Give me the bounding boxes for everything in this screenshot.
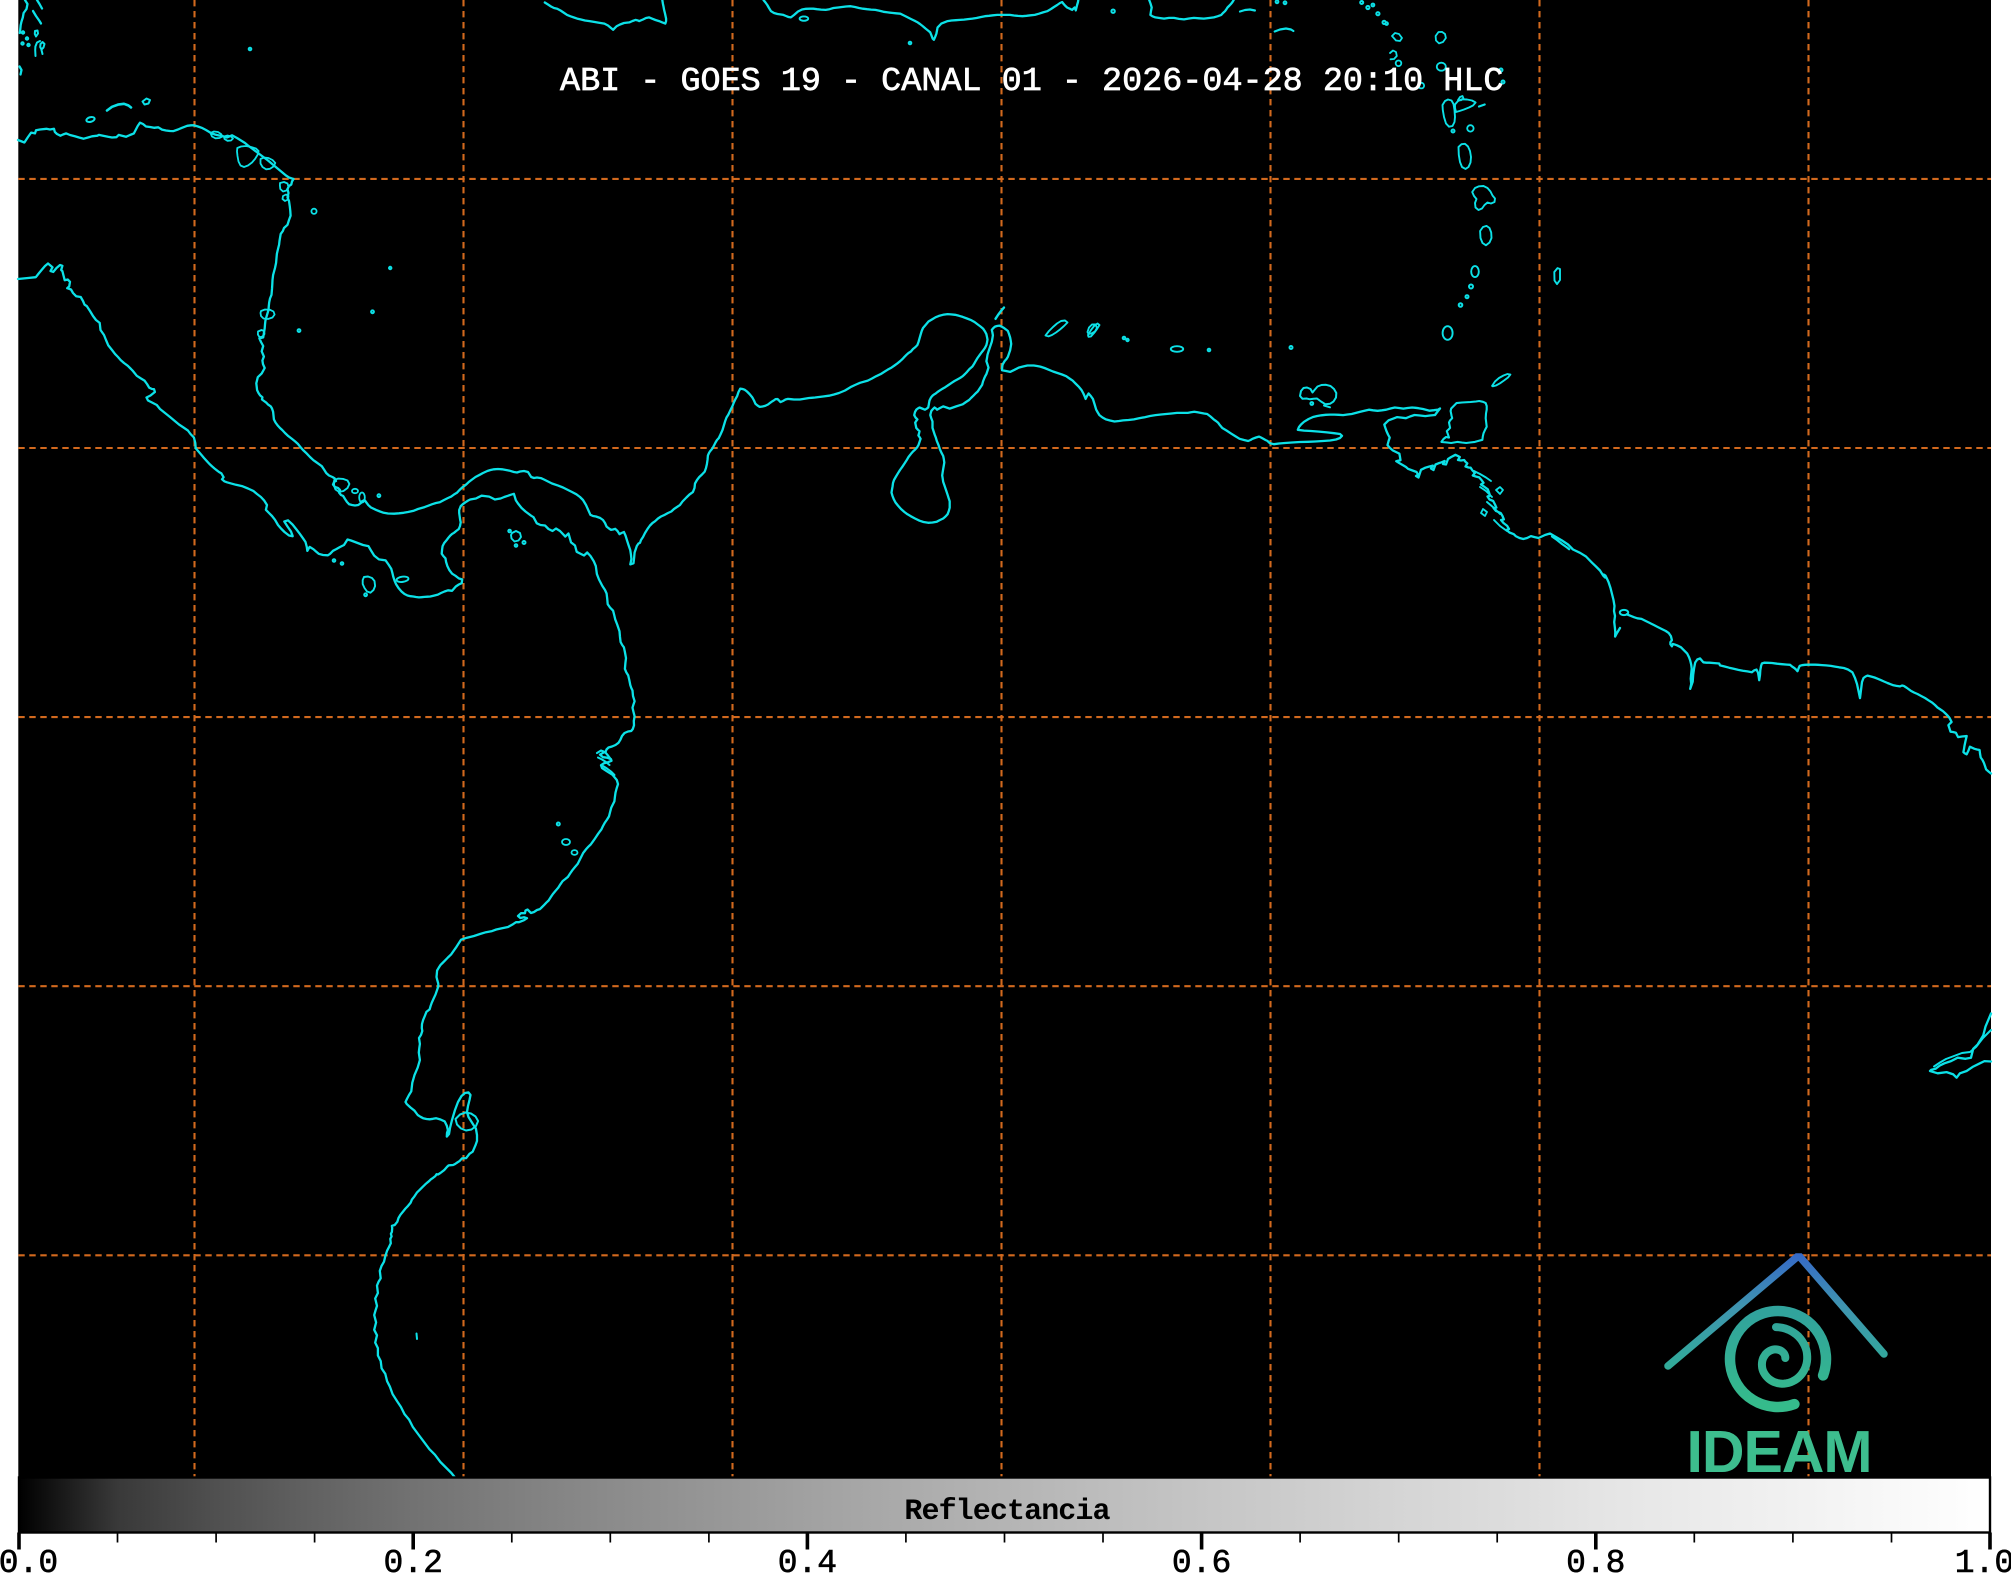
svg-text:0.8: 0.8 (1566, 1545, 1625, 1577)
svg-text:0.2: 0.2 (383, 1545, 442, 1577)
svg-text:Reflectancia: Reflectancia (904, 1495, 1110, 1529)
svg-text:0.0: 0.0 (0, 1545, 58, 1577)
svg-text:0.4: 0.4 (778, 1545, 837, 1577)
svg-text:IDEAM: IDEAM (1686, 1419, 1871, 1485)
svg-text:ABI - GOES 19 - CANAL 01 - 202: ABI - GOES 19 - CANAL 01 - 2026-04-28 20… (560, 63, 1504, 101)
svg-text:1.0: 1.0 (1955, 1545, 2011, 1577)
svg-text:0.6: 0.6 (1172, 1545, 1231, 1577)
